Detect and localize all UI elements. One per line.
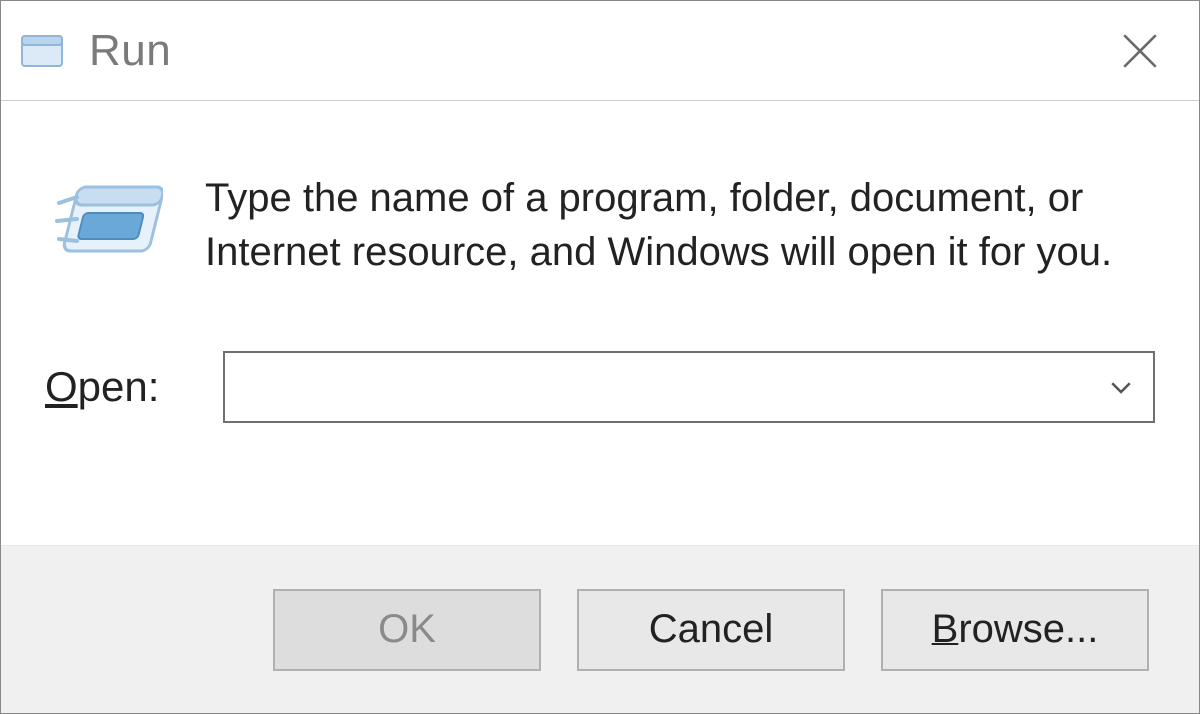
cancel-button-label: Cancel (649, 607, 774, 652)
dialog-body: Type the name of a program, folder, docu… (1, 101, 1199, 545)
open-combobox[interactable] (223, 351, 1155, 423)
cancel-button[interactable]: Cancel (577, 589, 845, 671)
browse-button-label: Browse... (932, 607, 1099, 652)
browse-button[interactable]: Browse... (881, 589, 1149, 671)
run-app-icon (19, 28, 65, 74)
run-icon (51, 177, 163, 269)
ok-button-label: OK (378, 607, 436, 652)
titlebar: Run (1, 1, 1199, 101)
intro-row: Type the name of a program, folder, docu… (41, 171, 1159, 279)
run-dialog: Run (0, 0, 1200, 714)
dialog-footer: OK Cancel Browse... (1, 545, 1199, 713)
chevron-down-icon[interactable] (1089, 372, 1153, 402)
close-button[interactable] (1105, 16, 1175, 86)
open-label: Open: (45, 363, 175, 411)
ok-button[interactable]: OK (273, 589, 541, 671)
open-input[interactable] (225, 353, 1089, 421)
description-text: Type the name of a program, folder, docu… (205, 171, 1159, 279)
open-row: Open: (41, 351, 1159, 423)
window-title: Run (89, 26, 1105, 76)
